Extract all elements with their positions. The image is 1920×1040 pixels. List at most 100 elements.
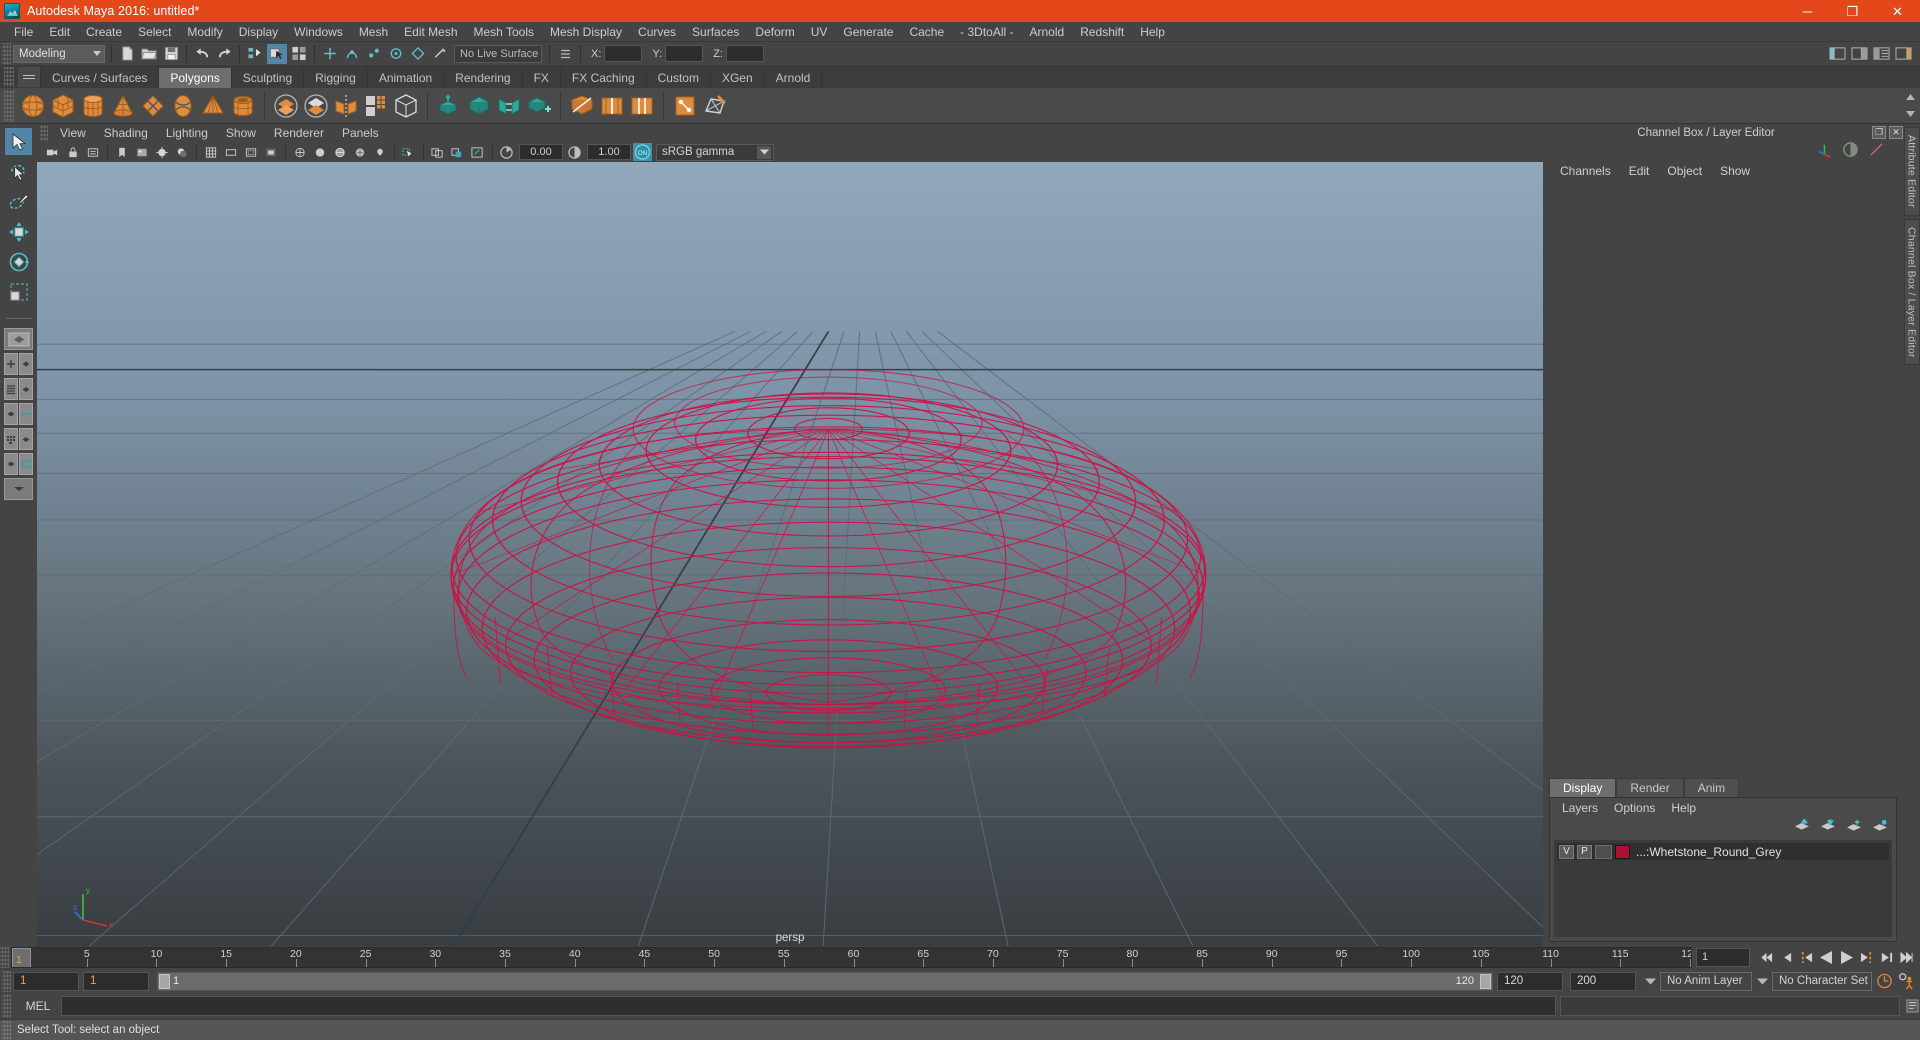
layer-menu-help[interactable]: Help [1663,801,1704,815]
select-by-component-icon[interactable] [289,44,309,64]
live-surface-field[interactable]: No Live Surface [454,44,542,63]
bridge-icon[interactable] [494,90,524,122]
menu-select[interactable]: Select [130,22,179,42]
z-coord-field[interactable] [725,45,764,62]
channelbox-menu-object[interactable]: Object [1658,164,1711,178]
play-forwards-icon[interactable] [1837,948,1856,967]
menu-modify[interactable]: Modify [179,22,230,42]
move-layer-up-icon[interactable] [1794,817,1810,835]
channel-box-content[interactable] [1545,181,1901,777]
lasso-select-icon[interactable] [5,158,32,185]
image-plane-icon[interactable] [132,143,151,161]
shelf-tab-rendering[interactable]: Rendering [443,68,521,88]
panel-drag-dots-right[interactable] [1780,132,1864,133]
input-connections-icon[interactable] [555,44,575,64]
snap-to-grid-icon[interactable] [320,44,340,64]
menu-create[interactable]: Create [78,22,130,42]
outliner-persp-icon[interactable] [4,378,33,400]
select-by-object-icon[interactable] [267,43,287,64]
select-camera-icon[interactable] [43,143,62,161]
go-to-start-icon[interactable] [1757,948,1776,967]
move-arrows-icon[interactable] [5,218,32,245]
shelf-tab-curves-surfaces[interactable]: Curves / Surfaces [40,68,158,88]
poly-cylinder-icon[interactable] [78,90,108,122]
panel-close-button[interactable]: ✕ [1889,126,1904,139]
layer-color-swatch[interactable] [1615,844,1630,859]
open-scene-icon[interactable] [139,44,159,64]
auto-keyframe-icon[interactable] [1875,972,1894,991]
layer-state-toggle[interactable] [1595,844,1612,859]
menu-display[interactable]: Display [231,22,286,42]
channelbox-menu-channels[interactable]: Channels [1551,164,1620,178]
menu-set-dropdown[interactable]: Modeling [13,44,105,63]
use-all-lights-icon[interactable] [370,143,389,161]
xray-joints-icon[interactable] [428,143,447,161]
append-polygon-icon[interactable] [524,90,554,122]
tool-settings-icon[interactable] [1871,44,1891,64]
shelf-tab-xgen[interactable]: XGen [709,68,764,88]
shaded-wireframe-icon[interactable] [330,143,349,161]
menu-curves[interactable]: Curves [630,22,684,42]
shelf-grip[interactable] [4,67,14,87]
current-frame-field[interactable]: 1 [1696,948,1750,967]
shadows-icon[interactable] [172,143,191,161]
wireframe-icon[interactable] [290,143,309,161]
minimize-button[interactable]: ─ [1785,0,1830,22]
saved-layouts-dropdown[interactable] [4,478,33,500]
shelf-tab-rigging[interactable]: Rigging [303,68,367,88]
combine-icon[interactable] [271,90,301,122]
menu-arnold[interactable]: Arnold [1022,22,1073,42]
poly-sphere-icon[interactable] [18,90,48,122]
animation-preferences-icon[interactable] [1897,972,1916,991]
current-time-indicator[interactable]: 1 [12,948,31,967]
menu-generate[interactable]: Generate [835,22,901,42]
time-slider-grip[interactable] [0,947,9,968]
close-button[interactable]: ✕ [1875,0,1920,22]
new-layer-icon[interactable] [1846,819,1862,835]
statusline-grip[interactable] [2,42,11,65]
menu-mesh-display[interactable]: Mesh Display [542,22,630,42]
anim-layer-dropdown[interactable]: No Anim Layer [1660,971,1752,991]
menu-redshift[interactable]: Redshift [1072,22,1132,42]
textured-icon[interactable] [350,143,369,161]
layer-menu-options[interactable]: Options [1606,801,1663,815]
channelbox-menu-show[interactable]: Show [1711,164,1759,178]
panel-float-button[interactable]: ❐ [1872,126,1887,139]
range-start-handle[interactable] [159,973,170,989]
persp-graph-icon[interactable] [4,403,33,425]
layer-menu-layers[interactable]: Layers [1554,801,1606,815]
shelf-tab-polygons[interactable]: Polygons [158,68,231,88]
channel-box-icon[interactable] [1893,44,1913,64]
viewport-grip[interactable] [40,125,48,141]
redo-icon[interactable] [214,44,234,64]
step-forward-frame-icon[interactable] [1877,948,1896,967]
film-gate-icon[interactable] [221,143,240,161]
script-editor-icon[interactable] [1904,997,1920,1015]
viewport-menu-view[interactable]: View [51,124,95,142]
grid-toggle-icon[interactable] [201,143,220,161]
tab-render[interactable]: Render [1616,778,1684,797]
y-coord-field[interactable] [665,45,704,62]
shelf-tab-fx[interactable]: FX [521,68,560,88]
menu-deform[interactable]: Deform [747,22,802,42]
bookmarks-icon[interactable] [112,143,131,161]
poly-pyramid-icon[interactable] [198,90,228,122]
step-back-key-icon[interactable] [1797,948,1816,967]
menu-3dtoall[interactable]: - 3DtoAll - [952,22,1021,42]
scale-box-icon[interactable] [5,278,32,305]
viewport-menu-lighting[interactable]: Lighting [157,124,217,142]
menu-mesh-tools[interactable]: Mesh Tools [466,22,542,42]
menu-edit-mesh[interactable]: Edit Mesh [396,22,465,42]
play-backwards-icon[interactable] [1817,948,1836,967]
snap-to-curve-icon[interactable] [342,44,362,64]
x-coord-field[interactable] [604,45,643,62]
menu-cache[interactable]: Cache [901,22,952,42]
vertical-tab-attribute-editor[interactable]: Attribute Editor [1903,127,1920,216]
select-tool[interactable] [5,128,32,155]
hypershade-persp-icon[interactable] [4,428,33,450]
two-sided-lighting-icon[interactable] [152,143,171,161]
mirror-geometry-icon[interactable] [331,90,361,122]
layer-row[interactable]: V P ...:Whetstone_Round_Grey [1557,843,1889,860]
smooth-shade-icon[interactable] [310,143,329,161]
color-management-dropdown[interactable]: sRGB gamma [656,143,774,161]
